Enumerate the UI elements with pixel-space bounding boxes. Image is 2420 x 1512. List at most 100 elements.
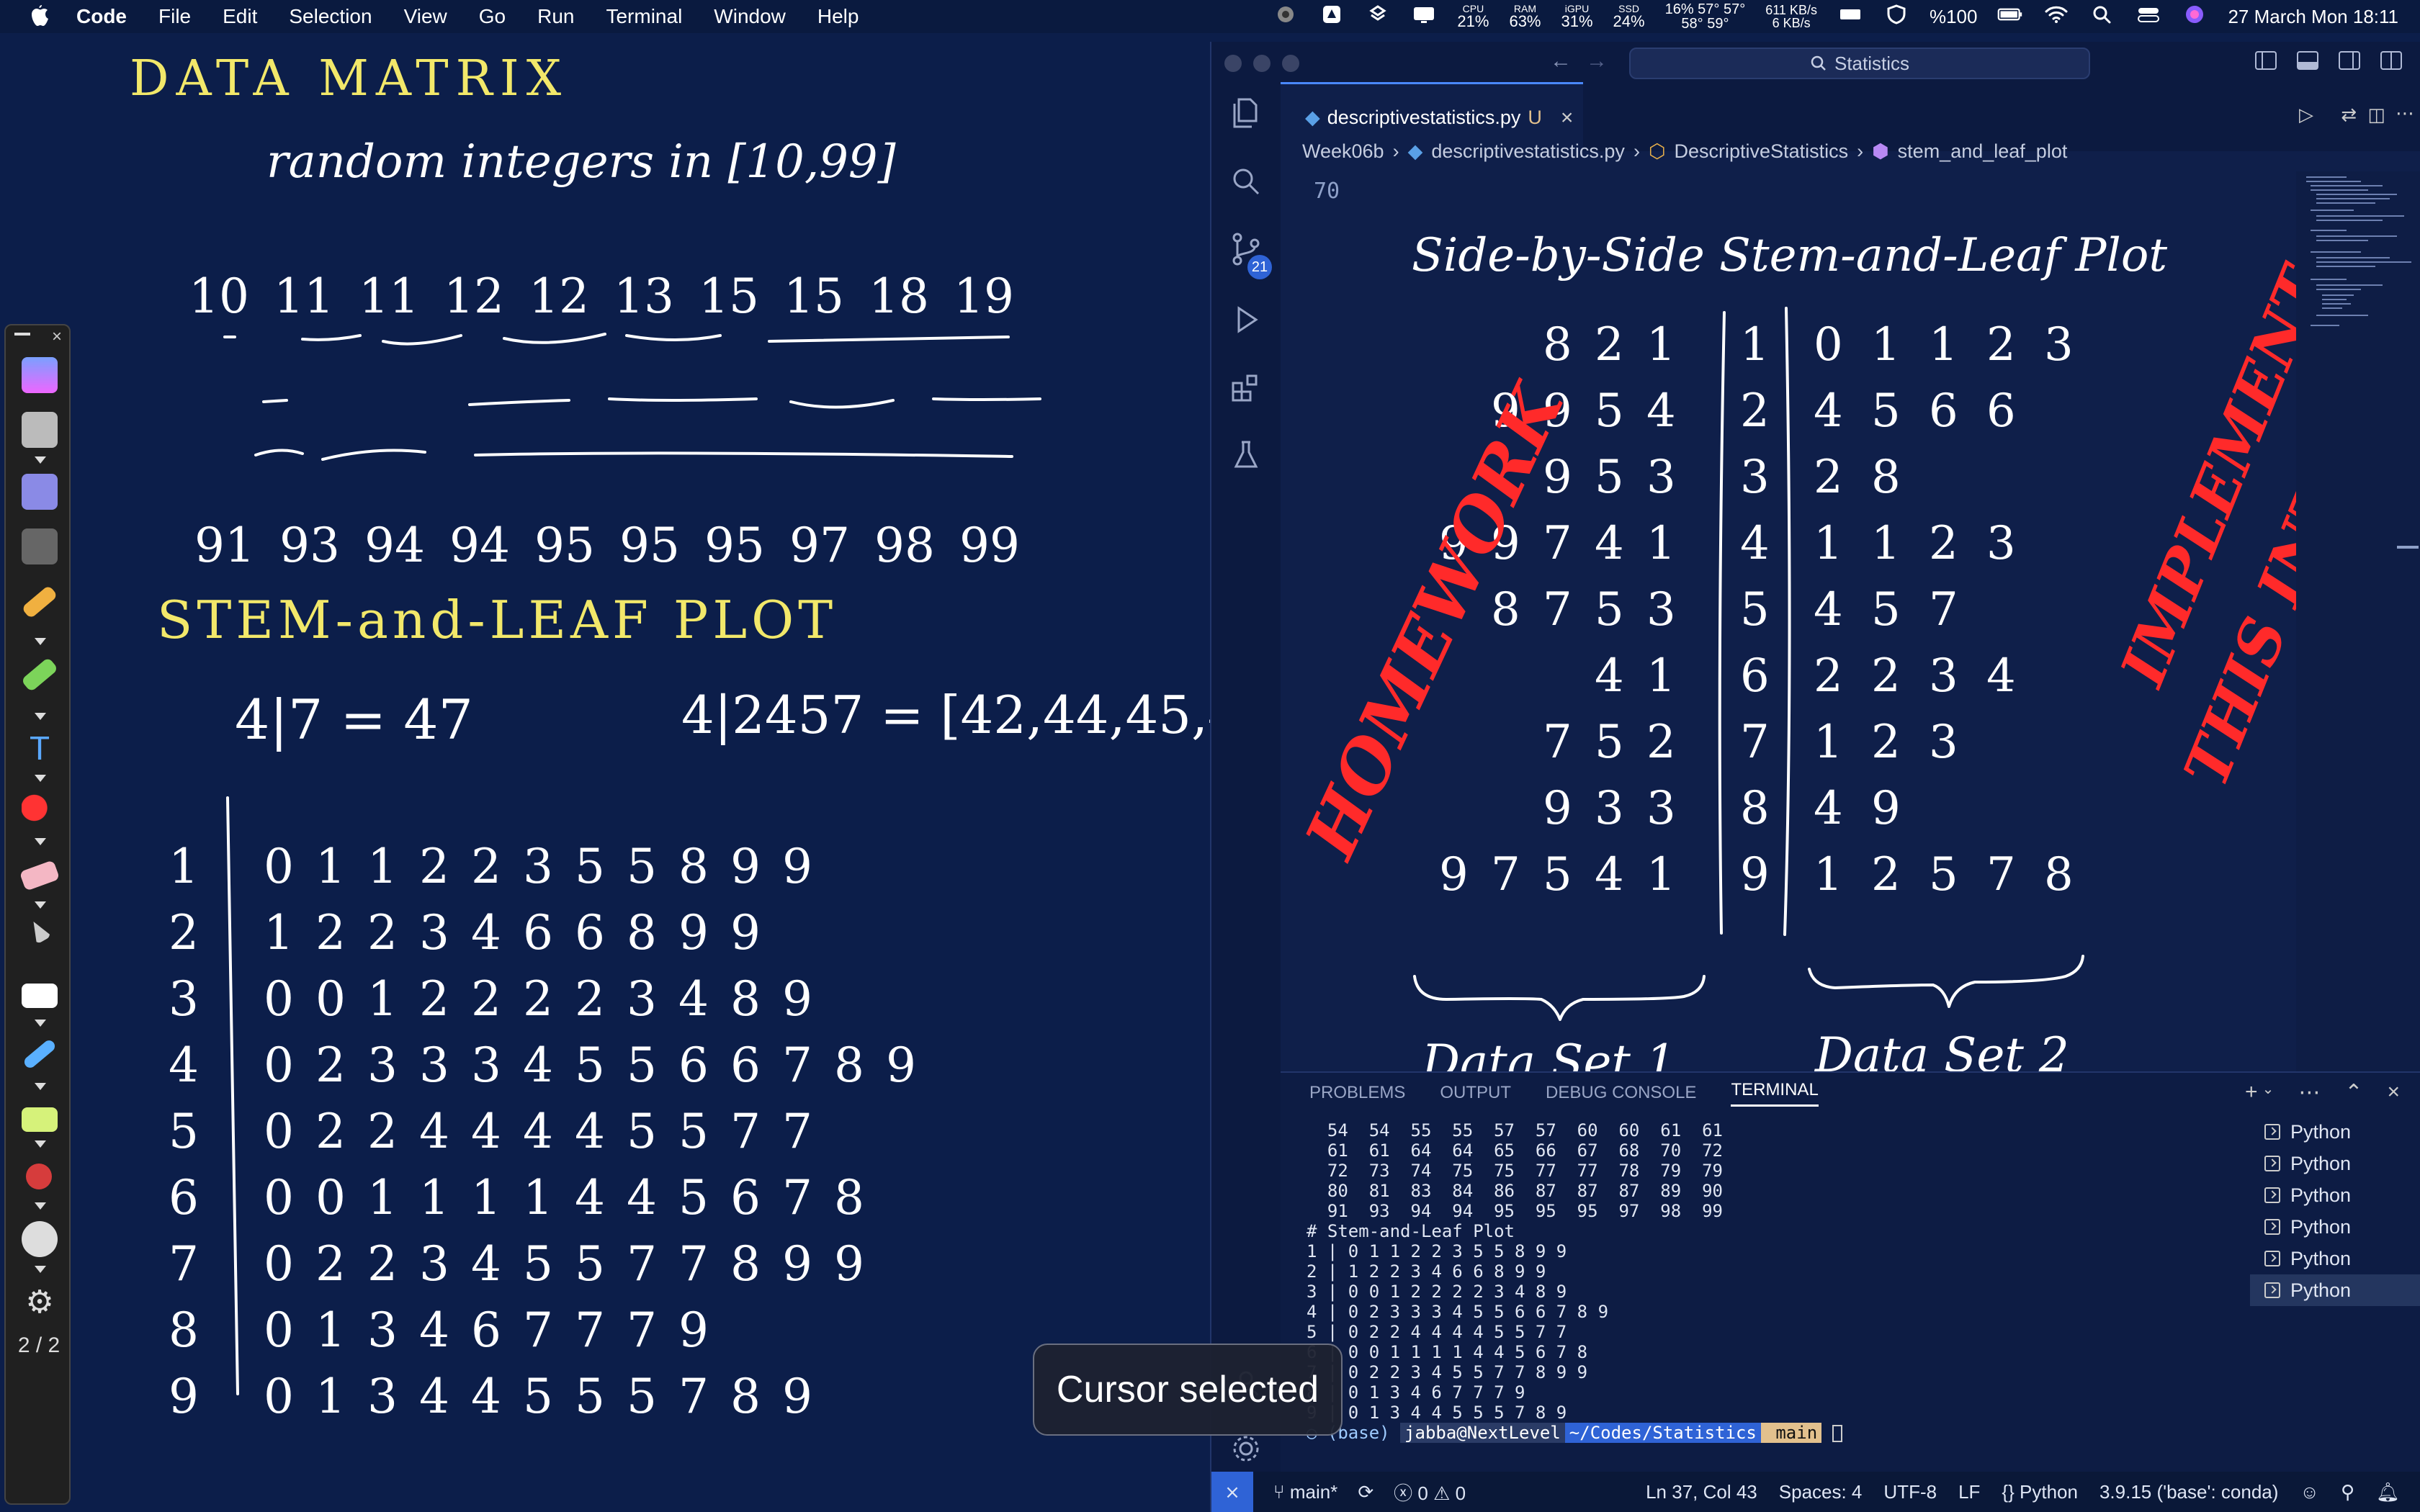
breadcrumb-folder[interactable]: Week06b — [1302, 140, 1384, 163]
testing-flask-icon[interactable] — [1227, 436, 1265, 474]
ram-stat[interactable]: RAM 63% — [1509, 4, 1541, 30]
search-icon[interactable] — [1227, 163, 1265, 200]
menu-file[interactable]: File — [158, 5, 191, 28]
battery-percent[interactable]: %100 — [1930, 6, 1978, 28]
menu-window[interactable]: Window — [714, 5, 786, 28]
control-center-icon[interactable] — [2136, 4, 2161, 30]
cpu-stat[interactable]: CPU 21% — [1457, 4, 1489, 30]
nav-forward-icon[interactable]: → — [1586, 49, 1608, 73]
run-file-icon[interactable]: ▷ — [2299, 104, 2313, 126]
toggle-secondary-sidebar-icon[interactable] — [2338, 50, 2361, 74]
sync-icon[interactable]: ⟳ — [1358, 1481, 1373, 1503]
tab-debug-console[interactable]: DEBUG CONSOLE — [1546, 1083, 1696, 1103]
window-zoom-button[interactable] — [1282, 55, 1299, 72]
terminal-output[interactable]: 54 54 55 55 57 57 60 60 61 61 61 61 64 6… — [1307, 1120, 2171, 1473]
battery-icon[interactable] — [1997, 4, 2023, 30]
terminal-list-item[interactable]: Python — [2250, 1243, 2420, 1274]
split-editor-icon[interactable]: ◫ — [2367, 104, 2385, 126]
tab-problems[interactable]: PROBLEMS — [1309, 1083, 1405, 1103]
shield-icon[interactable] — [1883, 4, 1909, 30]
terminal-prompt[interactable]: ○ (base) jabba@NextLevel ~/Codes/Statisti… — [1307, 1423, 2171, 1443]
tab-terminal[interactable]: TERMINAL — [1731, 1080, 1819, 1107]
customize-layout-icon[interactable] — [2380, 50, 2403, 74]
display-icon[interactable] — [1411, 4, 1437, 30]
menu-go[interactable]: Go — [479, 5, 506, 28]
status-cursor-position[interactable]: Ln 37, Col 43 — [1646, 1481, 1757, 1503]
terminal-list-item[interactable]: Python — [2250, 1211, 2420, 1243]
feedback-icon[interactable]: ⚲ — [2341, 1481, 2354, 1503]
shapes-icon[interactable] — [22, 793, 58, 829]
menubar-datetime[interactable]: 27 March Mon 18:11 — [2228, 6, 2398, 28]
window-close-button[interactable] — [1224, 55, 1242, 72]
more-actions-icon[interactable]: ⋯ — [2298, 1080, 2320, 1105]
background-color-icon[interactable] — [22, 984, 58, 1008]
menu-selection[interactable]: Selection — [289, 5, 372, 28]
menu-view[interactable]: View — [404, 5, 447, 28]
status-eol[interactable]: LF — [1958, 1481, 1980, 1503]
new-page-icon[interactable] — [22, 357, 58, 393]
breadcrumb-file[interactable]: descriptivestatistics.py — [1431, 140, 1625, 163]
terminal-list-item[interactable]: Python — [2250, 1148, 2420, 1179]
status-encoding[interactable]: UTF-8 — [1883, 1481, 1937, 1503]
breadcrumb-method[interactable]: stem_and_leaf_plot — [1898, 140, 2068, 163]
close-panel-icon[interactable]: × — [2387, 1080, 2400, 1105]
more-actions-icon[interactable]: ⋯ — [2396, 102, 2414, 125]
toggle-panel-icon[interactable] — [2296, 50, 2319, 74]
nav-back-icon[interactable]: ← — [1550, 49, 1572, 73]
gpu-stat[interactable]: iGPU 31% — [1561, 4, 1593, 30]
line-tool-icon[interactable] — [22, 1038, 58, 1071]
status-interpreter[interactable]: 3.9.15 ('base': conda) — [2099, 1481, 2278, 1503]
run-debug-icon[interactable] — [1227, 301, 1265, 338]
menu-run[interactable]: Run — [537, 5, 574, 28]
eraser-icon[interactable] — [19, 860, 60, 891]
tab-close-icon[interactable]: × — [1561, 106, 1574, 130]
book-icon[interactable] — [22, 474, 58, 510]
search-icon[interactable] — [2089, 4, 2115, 30]
network-stat[interactable]: 611 KB/s 6 KB/s — [1765, 4, 1817, 30]
dropbox-icon[interactable] — [1365, 4, 1391, 30]
siri-icon[interactable] — [2182, 4, 2208, 30]
window-minimize-button[interactable] — [1253, 55, 1270, 72]
terminal-list-item[interactable]: Python — [2250, 1179, 2420, 1211]
minimap[interactable] — [2296, 171, 2420, 1115]
diff-icon[interactable]: ⇄ — [2341, 104, 2357, 126]
whiteboard-canvas[interactable]: DATA MATRIX random integers in [10,99] 1… — [0, 33, 1210, 1512]
status-branch[interactable]: ⑂ main* — [1273, 1481, 1337, 1503]
printer-icon[interactable] — [22, 412, 58, 448]
maps-icon[interactable] — [1319, 4, 1345, 30]
terminal-list-item[interactable]: Python — [2250, 1116, 2420, 1148]
toggle-sidebar-icon[interactable] — [2254, 50, 2277, 74]
remote-indicator-icon[interactable]: ⨯ — [1211, 1472, 1253, 1512]
copilot-icon[interactable]: ☺ — [2300, 1481, 2319, 1503]
camera-indicator-icon[interactable] — [1273, 4, 1299, 30]
pointer-icon[interactable] — [26, 917, 52, 945]
menu-app-name[interactable]: Code — [76, 5, 127, 28]
maximize-panel-icon[interactable]: ⌃ — [2344, 1080, 2362, 1105]
tab-output[interactable]: OUTPUT — [1440, 1083, 1511, 1103]
pencil-icon[interactable] — [21, 585, 58, 619]
extensions-icon[interactable] — [1227, 369, 1265, 406]
memory-icon[interactable] — [1837, 4, 1863, 30]
menu-edit[interactable]: Edit — [223, 5, 257, 28]
editor-area[interactable]: 7 0 Side-by-Side Stem-and-Leaf Plot 82110… — [1281, 171, 2296, 1107]
toolbox-minimize-icon[interactable] — [14, 333, 30, 336]
explorer-icon[interactable] — [1227, 94, 1265, 131]
webcam-icon[interactable] — [22, 1221, 58, 1257]
command-center-search[interactable]: Statistics — [1629, 48, 2090, 79]
wifi-icon[interactable] — [2043, 4, 2069, 30]
breadcrumb-class[interactable]: DescriptiveStatistics — [1675, 140, 1849, 163]
stack-icon[interactable] — [22, 528, 58, 564]
apple-icon[interactable] — [26, 2, 55, 31]
menu-terminal[interactable]: Terminal — [606, 5, 682, 28]
record-icon[interactable] — [26, 1164, 52, 1189]
chevron-down-icon[interactable]: ⌄ — [2262, 1080, 2275, 1105]
color-swatch-icon[interactable] — [22, 1107, 58, 1132]
status-problems[interactable]: ⓧ 0 ⚠ 0 — [1394, 1479, 1466, 1506]
status-indentation[interactable]: Spaces: 4 — [1779, 1481, 1863, 1503]
new-terminal-icon[interactable]: + — [2245, 1080, 2258, 1105]
menu-help[interactable]: Help — [817, 5, 859, 28]
status-language[interactable]: {} Python — [2002, 1481, 2078, 1503]
settings-gear-icon[interactable]: ⚙ — [22, 1284, 58, 1320]
ssd-stat[interactable]: SSD 24% — [1613, 4, 1645, 30]
highlighter-icon[interactable] — [20, 657, 59, 693]
